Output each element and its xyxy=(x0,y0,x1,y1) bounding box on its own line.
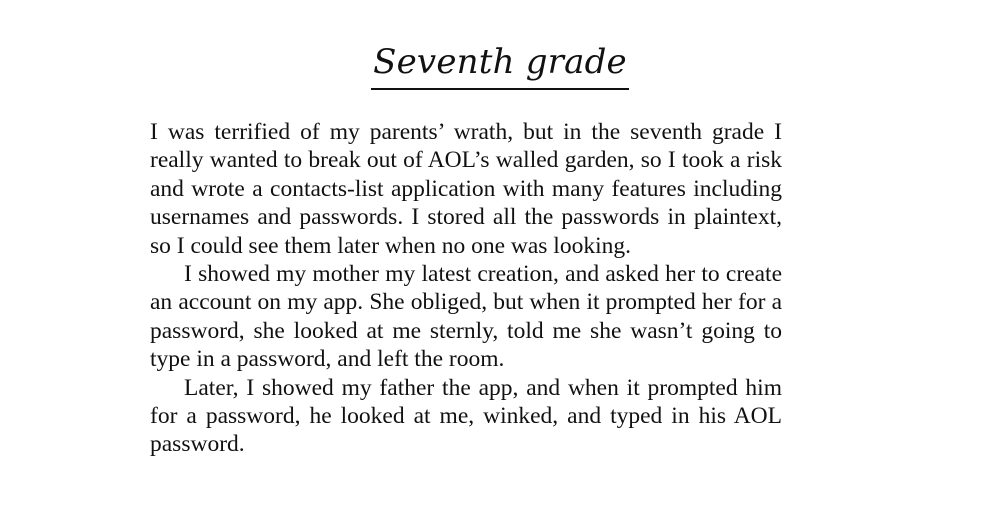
body-text: I was terrified of my parents’ wrath, bu… xyxy=(150,118,782,459)
page-title: Seventh grade xyxy=(371,40,629,90)
paragraph-2: I showed my mother my latest creation, a… xyxy=(150,261,782,373)
document-page: Seventh grade I was terrified of my pare… xyxy=(0,0,1000,529)
paragraph-3: Later, I showed my father the app, and w… xyxy=(150,374,782,458)
paragraph-1: I was terrified of my parents’ wrath, bu… xyxy=(150,119,782,259)
title-container: Seventh grade xyxy=(0,40,1000,90)
